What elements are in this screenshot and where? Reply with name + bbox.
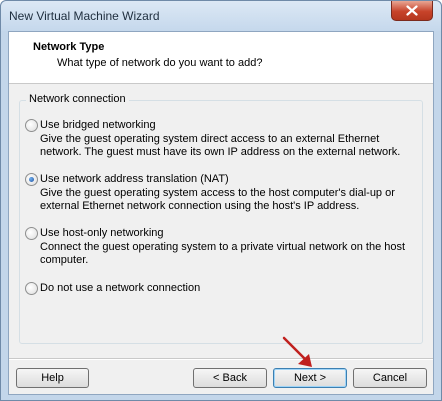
radio-host-only[interactable] [25,227,38,240]
cancel-button[interactable]: Cancel [353,368,427,388]
page-title: Network Type [33,41,105,53]
close-button[interactable] [391,1,433,21]
option-label: Use network address translation (NAT) [40,173,229,185]
option-label: Use host-only networking [40,227,164,239]
option-label: Use bridged networking [40,119,156,131]
network-connection-group: Network connection Use bridged networkin… [19,93,423,344]
radio-no-network[interactable] [25,282,38,295]
footer-divider [9,358,433,360]
option-description: Give the guest operating system access t… [40,187,395,212]
group-legend: Network connection [26,93,129,105]
radio-bridged[interactable] [25,119,38,132]
wizard-header: Network Type What type of network do you… [9,32,433,84]
page-subtitle: What type of network do you want to add? [57,57,263,69]
option-description: Connect the guest operating system to a … [40,241,406,266]
wizard-window: New Virtual Machine Wizard Network Type … [0,0,442,401]
wizard-client-area: Network Type What type of network do you… [8,31,434,395]
window-title: New Virtual Machine Wizard [9,9,160,23]
help-button[interactable]: Help [16,368,89,388]
radio-nat[interactable] [25,173,38,186]
close-icon [406,5,418,16]
back-button[interactable]: < Back [193,368,267,388]
red-arrow-icon [282,336,312,367]
title-bar[interactable]: New Virtual Machine Wizard [1,1,441,31]
option-label: Do not use a network connection [40,282,201,294]
option-description: Give the guest operating system direct a… [40,133,401,158]
